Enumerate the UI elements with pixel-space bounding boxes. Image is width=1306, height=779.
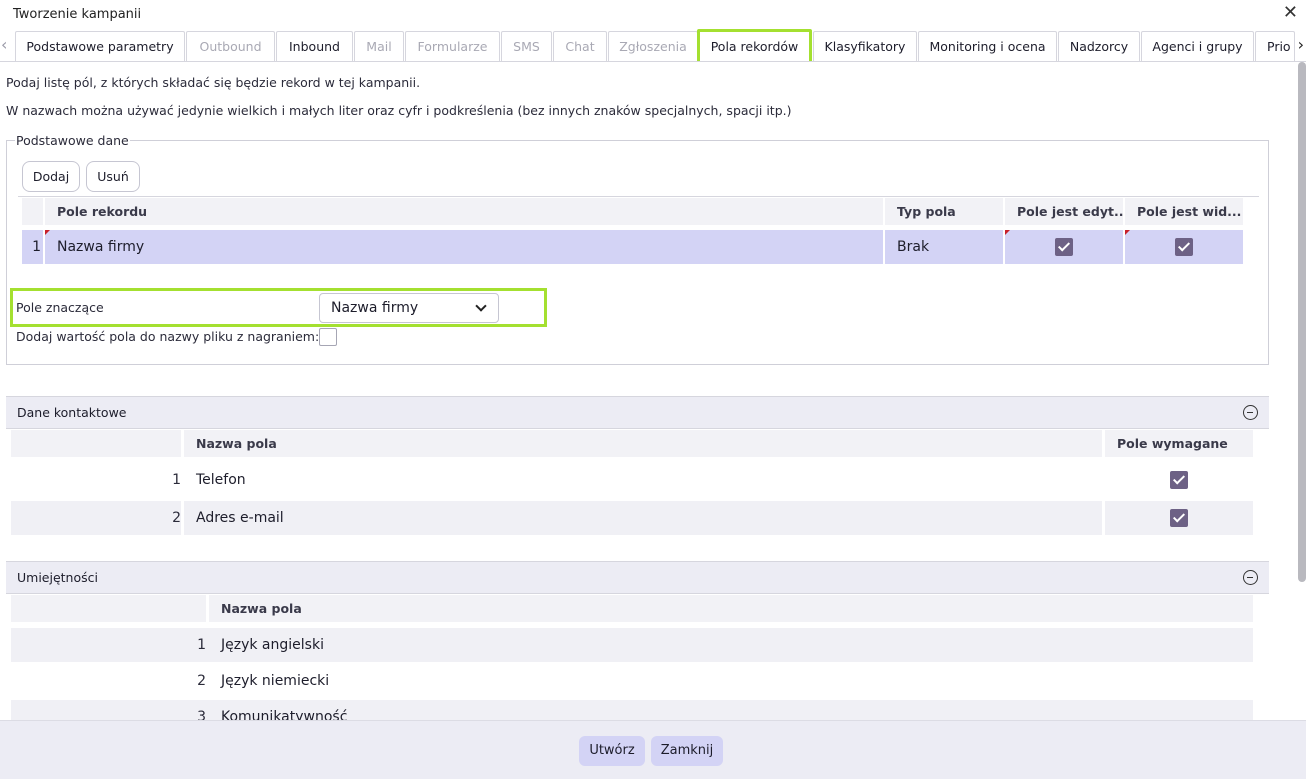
- tab-outbound[interactable]: Outbound: [186, 31, 275, 61]
- modified-marker: [1005, 230, 1010, 235]
- tab-klasyfikatory[interactable]: Klasyfikatory: [813, 31, 917, 61]
- significant-field-select[interactable]: Nazwa firmy: [319, 293, 499, 323]
- title-bar: Tworzenie kampanii ✕: [0, 0, 1306, 28]
- header-pole-wymagane: Pole wymagane: [1105, 430, 1253, 457]
- row-number: 1: [22, 230, 43, 264]
- add-button[interactable]: Dodaj: [22, 161, 80, 192]
- collapse-icon[interactable]: [1243, 570, 1258, 585]
- editable-checkbox[interactable]: [1055, 238, 1073, 256]
- tab-formularze[interactable]: Formularze: [405, 31, 500, 61]
- visible-checkbox[interactable]: [1175, 238, 1193, 256]
- intro-text-2: W nazwach można używać jedynie wielkich …: [6, 103, 792, 118]
- tab-sms[interactable]: SMS: [501, 31, 552, 61]
- row-number: 1: [172, 472, 181, 488]
- required-checkbox[interactable]: [1170, 471, 1188, 489]
- list-item[interactable]: 1 Język angielski: [11, 628, 1253, 662]
- skills-section-header[interactable]: Umiejętności: [6, 561, 1269, 594]
- tab-nadzorcy[interactable]: Nadzorcy: [1058, 31, 1140, 61]
- tab-agenci-i-grupy[interactable]: Agenci i grupy: [1141, 31, 1254, 61]
- skill-name: Język angielski: [221, 637, 324, 653]
- remove-button[interactable]: Usuń: [86, 161, 140, 192]
- basic-data-legend: Podstawowe dane: [15, 133, 130, 148]
- intro-text-1: Podaj listę pól, z których składać się b…: [6, 75, 421, 90]
- chevron-left-icon[interactable]: ‹: [1, 35, 7, 54]
- field-name: Adres e-mail: [196, 510, 284, 526]
- filename-checkbox[interactable]: [319, 328, 337, 346]
- field-name: Telefon: [196, 472, 246, 488]
- tab-monitoring-i-ocena[interactable]: Monitoring i ocena: [918, 31, 1057, 61]
- field-type-cell[interactable]: Brak: [885, 230, 1003, 264]
- tab-bar: ‹ Podstawowe parametry Outbound Inbound …: [0, 29, 1306, 62]
- contact-section-header[interactable]: Dane kontaktowe: [6, 396, 1269, 429]
- row-number-header: [22, 198, 43, 225]
- row-number-header: [11, 430, 181, 457]
- close-icon[interactable]: ✕: [1283, 3, 1298, 23]
- required-checkbox[interactable]: [1170, 509, 1188, 527]
- tab-prio[interactable]: Prio: [1255, 31, 1295, 61]
- significant-field-label: Pole znaczące: [16, 300, 104, 315]
- header-pole-rekordu: Pole rekordu: [45, 198, 883, 225]
- significant-field-value: Nazwa firmy: [331, 300, 419, 316]
- scrollbar[interactable]: [1298, 62, 1306, 582]
- header-nazwa-pola: Nazwa pola: [184, 430, 1102, 457]
- chevron-down-icon: [475, 300, 487, 312]
- header-pole-edytowalne: Pole jest edyt...: [1005, 198, 1123, 225]
- header-typ-pola: Typ pola: [885, 198, 1003, 225]
- skill-name: Język niemiecki: [221, 673, 330, 689]
- dialog-footer: Utwórz Zamknij: [0, 720, 1306, 779]
- tab-mail[interactable]: Mail: [354, 31, 404, 61]
- row-number: 2: [172, 510, 181, 526]
- header-nazwa-pola: Nazwa pola: [209, 595, 1253, 622]
- tab-inbound[interactable]: Inbound: [276, 31, 353, 61]
- table-row[interactable]: 1 Telefon: [11, 463, 1253, 497]
- filename-option-label: Dodaj wartość pola do nazwy pliku z nagr…: [16, 329, 320, 344]
- contact-section-title: Dane kontaktowe: [17, 405, 127, 420]
- table-row[interactable]: 2 Adres e-mail: [11, 501, 1253, 535]
- close-button[interactable]: Zamknij: [651, 736, 723, 766]
- row-number-header: [11, 595, 206, 622]
- list-item[interactable]: 2 Język niemiecki: [11, 664, 1253, 698]
- tab-podstawowe-parametry[interactable]: Podstawowe parametry: [15, 31, 185, 61]
- window-title: Tworzenie kampanii: [13, 7, 142, 22]
- field-name-cell[interactable]: Nazwa firmy: [45, 230, 883, 264]
- chevron-right-icon[interactable]: ›: [1298, 35, 1304, 54]
- create-button[interactable]: Utwórz: [579, 736, 645, 766]
- modified-marker: [1125, 230, 1130, 235]
- tab-zgloszenia[interactable]: Zgłoszenia: [608, 31, 698, 61]
- header-pole-widoczne: Pole jest wid...: [1125, 198, 1243, 225]
- tab-pola-rekordow[interactable]: Pola rekordów: [697, 29, 812, 61]
- grid-divider: [18, 196, 1259, 197]
- row-number: 1: [197, 637, 206, 653]
- collapse-icon[interactable]: [1243, 405, 1258, 420]
- row-number: 2: [197, 673, 206, 689]
- modified-marker: [45, 230, 50, 235]
- tab-chat[interactable]: Chat: [553, 31, 607, 61]
- skills-section-title: Umiejętności: [17, 570, 98, 585]
